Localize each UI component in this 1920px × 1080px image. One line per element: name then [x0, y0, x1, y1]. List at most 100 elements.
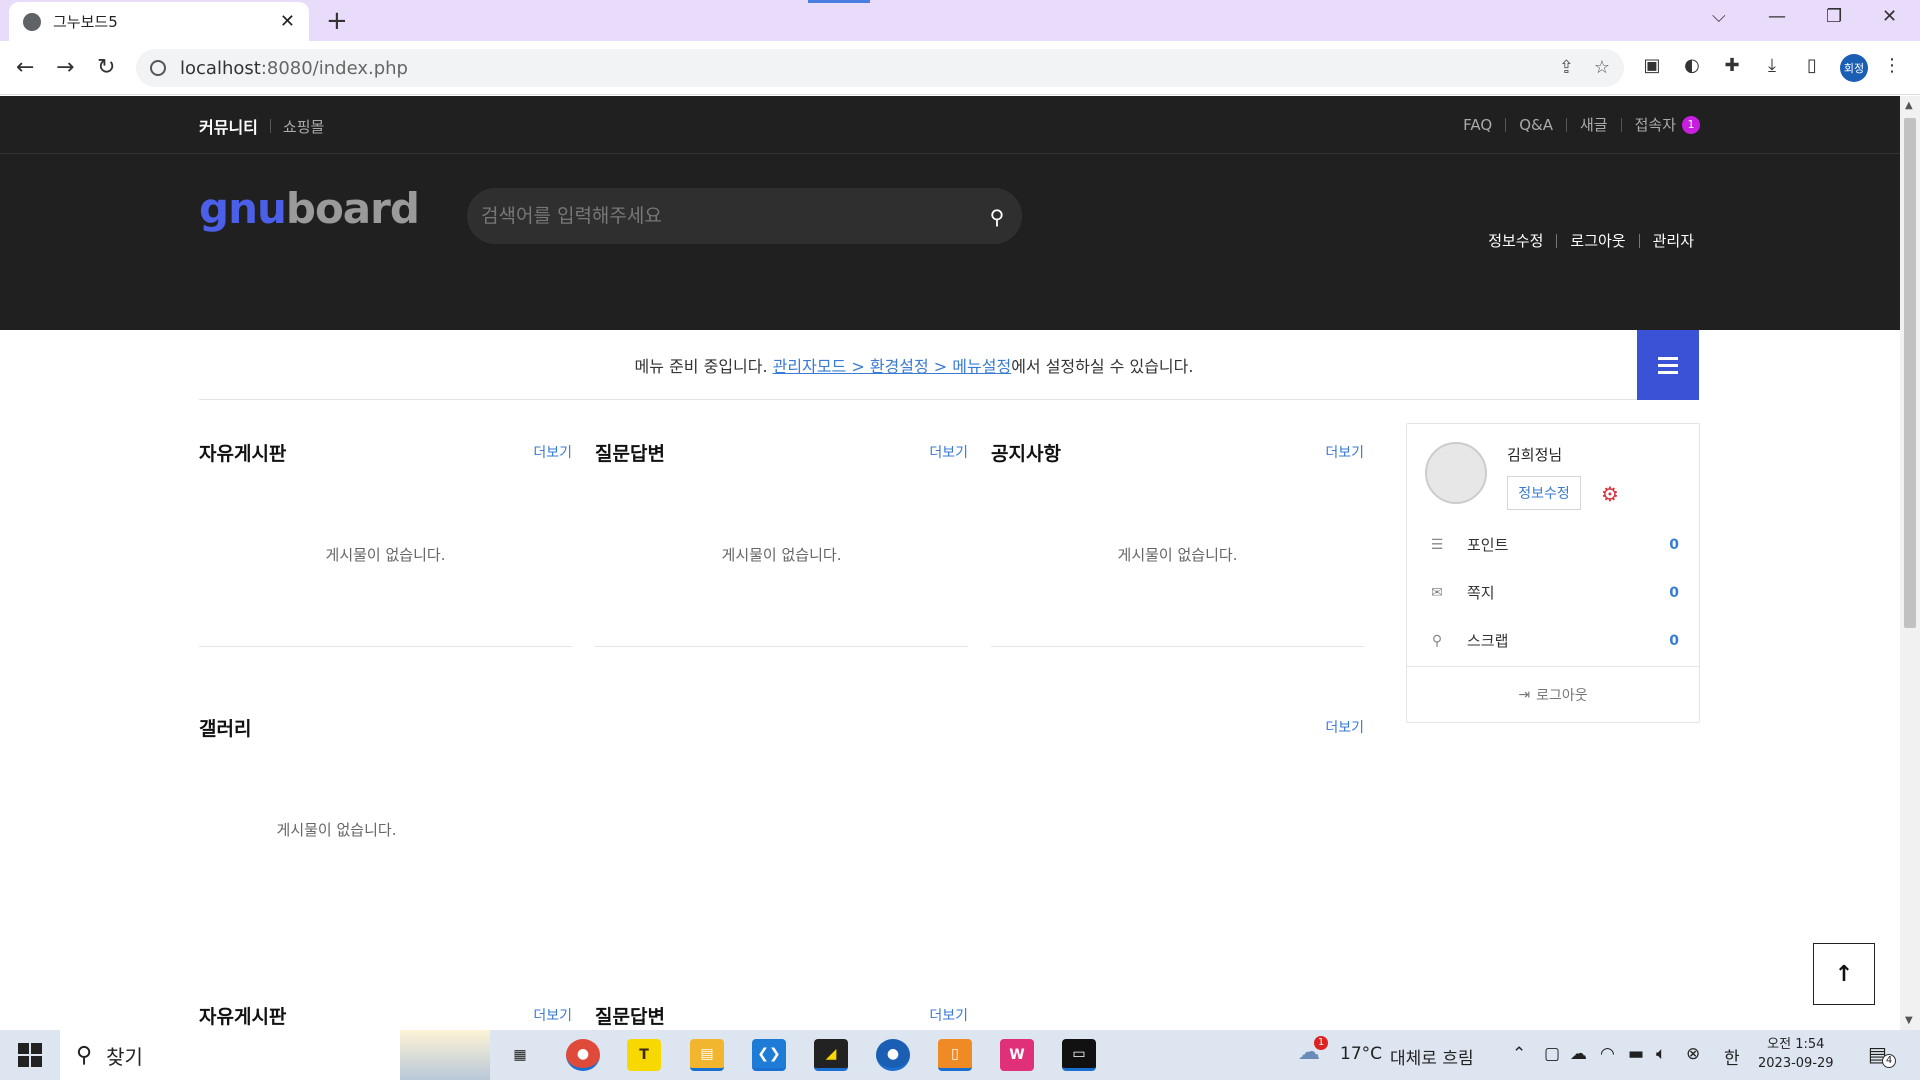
scroll-to-top-button[interactable]: ↑ — [1813, 943, 1875, 1005]
windows-start-button[interactable] — [18, 1043, 42, 1067]
vscode-taskbar-icon[interactable]: ❮❯ — [752, 1039, 786, 1071]
browser-tab[interactable]: 그누보드5 ✕ — [9, 2, 309, 41]
document-taskbar-icon[interactable]: ▯ — [938, 1039, 972, 1071]
logout-icon: ⇥ — [1518, 687, 1531, 703]
clock[interactable]: 오전 1:54 2023-09-29 — [1758, 1035, 1834, 1073]
back-button[interactable]: ← — [16, 55, 34, 80]
gear-icon[interactable]: ⚙ — [1601, 482, 1619, 506]
board-title[interactable]: 공지사항 — [991, 439, 1061, 466]
board-title[interactable]: 질문답변 — [595, 439, 665, 466]
site-info-icon[interactable] — [150, 60, 166, 76]
forward-button[interactable]: → — [56, 55, 74, 80]
divider — [1620, 117, 1622, 132]
hamburger-menu-button[interactable] — [1637, 330, 1699, 400]
pin-icon: ⚲ — [1431, 632, 1443, 649]
side-panel-icon[interactable]: ▯ — [1800, 55, 1824, 79]
nav-faq[interactable]: FAQ — [1463, 116, 1492, 134]
divider — [1638, 233, 1640, 248]
wamp-taskbar-icon[interactable]: W — [1000, 1039, 1034, 1071]
nav-new-posts[interactable]: 새글 — [1580, 114, 1608, 135]
board-title[interactable]: 자유게시판 — [199, 1002, 286, 1029]
empty-message: 게시물이 없습니다. — [721, 546, 842, 564]
task-view-icon[interactable]: ▦ — [503, 1039, 537, 1071]
mute-icon[interactable]: ⊗ — [1686, 1044, 1700, 1064]
weather-text[interactable]: 대체로 흐림 — [1390, 1044, 1474, 1069]
nav-visitors[interactable]: 접속자 — [1635, 114, 1676, 135]
clock-time: 오전 1:54 — [1767, 1037, 1825, 1052]
search-icon[interactable]: ⚲ — [986, 205, 1008, 229]
share-icon[interactable]: ⇪ — [1559, 57, 1574, 78]
divider — [1565, 117, 1567, 132]
nav-qa[interactable]: Q&A — [1519, 116, 1553, 134]
camera-icon[interactable]: ▢ — [1544, 1044, 1560, 1064]
top-nav: 커뮤니티 쇼핑몰 FAQ Q&A 새글 접속자 1 — [0, 96, 1900, 154]
volume-icon[interactable]: 🔈︎ — [1656, 1044, 1666, 1064]
header-logout-link[interactable]: 로그아웃 — [1570, 230, 1625, 251]
header-admin-link[interactable]: 관리자 — [1653, 230, 1694, 251]
more-link[interactable]: 더보기 — [929, 1005, 968, 1025]
sticky-notes-taskbar-icon[interactable]: ◢ — [814, 1039, 848, 1071]
reload-button[interactable]: ↻ — [97, 55, 115, 80]
points-row[interactable]: ☰ 포인트 0 — [1429, 534, 1679, 555]
profile-avatar[interactable]: 회정 — [1840, 54, 1868, 82]
tray-chevron-icon[interactable]: ⌃ — [1512, 1044, 1526, 1064]
scrap-row[interactable]: ⚲ 스크랩 0 — [1429, 630, 1679, 651]
more-link[interactable]: 더보기 — [533, 442, 572, 462]
kakaotalk-taskbar-icon[interactable]: T — [627, 1039, 661, 1071]
admin-menu-settings-link[interactable]: 관리자모드 > 환경설정 > 메뉴설정 — [773, 357, 1012, 376]
avatar — [1425, 442, 1487, 504]
search-highlight-image — [400, 1030, 490, 1080]
file-explorer-taskbar-icon[interactable]: ▤ — [690, 1039, 724, 1071]
download-icon[interactable]: ⤓ — [1760, 55, 1784, 79]
url-text[interactable]: localhost:8080/index.php — [180, 58, 408, 79]
chrome-taskbar-icon[interactable]: ● — [566, 1039, 600, 1071]
weather-temp[interactable]: 17°C — [1340, 1044, 1382, 1064]
minimize-button[interactable]: — — [1768, 6, 1786, 27]
bookmark-star-icon[interactable]: ☆ — [1594, 57, 1610, 78]
terminal-taskbar-icon[interactable]: ▭ — [1062, 1039, 1096, 1071]
user-login-box: 김희정님 정보수정 ⚙ ☰ 포인트 0 ✉ 쪽지 0 ⚲ 스크랩 0 ⇥ 로그아웃 — [1406, 423, 1700, 723]
extension-translate-icon[interactable]: ▣ — [1640, 55, 1664, 79]
header-edit-profile-link[interactable]: 정보수정 — [1488, 230, 1543, 251]
tab-search-chevron-icon[interactable]: ⌵ — [1712, 6, 1726, 27]
more-link[interactable]: 더보기 — [929, 442, 968, 462]
board-title[interactable]: 질문답변 — [595, 1002, 665, 1029]
edit-profile-button[interactable]: 정보수정 — [1507, 476, 1581, 510]
omnibox[interactable]: localhost:8080/index.php ⇪ ☆ — [136, 49, 1624, 87]
more-link[interactable]: 더보기 — [1325, 442, 1364, 462]
close-window-button[interactable]: ✕ — [1882, 6, 1897, 27]
empty-message: 게시물이 없습니다. — [325, 546, 446, 564]
page-scrollbar[interactable]: ▲ ▼ — [1900, 96, 1920, 1030]
dark-mode-icon[interactable]: ◐ — [1680, 55, 1704, 79]
taskbar-search[interactable]: ⚲ 찾기 — [60, 1030, 490, 1080]
memo-row[interactable]: ✉ 쪽지 0 — [1429, 582, 1679, 603]
restore-button[interactable]: ❐ — [1826, 6, 1842, 27]
board-title[interactable]: 자유게시판 — [199, 439, 286, 466]
battery-icon[interactable]: ▬ — [1628, 1044, 1644, 1064]
extensions-puzzle-icon[interactable]: ✚ — [1720, 55, 1744, 79]
board-notice: 공지사항 더보기 게시물이 없습니다. — [991, 432, 1364, 647]
chrome-profile-taskbar-icon[interactable]: ● — [876, 1039, 910, 1071]
more-link[interactable]: 더보기 — [533, 1005, 572, 1025]
wifi-icon[interactable]: ◠ — [1600, 1044, 1615, 1064]
nav-community[interactable]: 커뮤니티 — [199, 114, 258, 138]
close-tab-icon[interactable]: ✕ — [280, 11, 295, 32]
new-tab-button[interactable]: + — [326, 6, 348, 36]
menu-kebab-icon[interactable]: ⋮ — [1880, 55, 1904, 79]
scroll-thumb[interactable] — [1904, 118, 1916, 628]
nav-shop[interactable]: 쇼핑몰 — [283, 116, 324, 137]
logout-label: 로그아웃 — [1536, 688, 1588, 704]
scroll-up-icon[interactable]: ▲ — [1905, 100, 1913, 111]
board-qa-2: 질문답변 더보기 — [595, 995, 968, 1030]
gnuboard-logo[interactable]: gnuboard — [199, 184, 420, 233]
ime-indicator[interactable]: 한 — [1724, 1044, 1740, 1069]
scroll-down-icon[interactable]: ▼ — [1905, 1015, 1913, 1026]
logout-button[interactable]: ⇥ 로그아웃 — [1407, 666, 1699, 723]
divider — [1505, 117, 1507, 132]
more-link[interactable]: 더보기 — [1325, 717, 1364, 737]
database-icon: ☰ — [1430, 536, 1444, 553]
board-qa: 질문답변 더보기 게시물이 없습니다. — [595, 432, 968, 647]
board-title[interactable]: 갤러리 — [199, 714, 251, 741]
onedrive-icon[interactable]: ☁ — [1570, 1044, 1587, 1064]
search-input[interactable] — [481, 205, 986, 227]
